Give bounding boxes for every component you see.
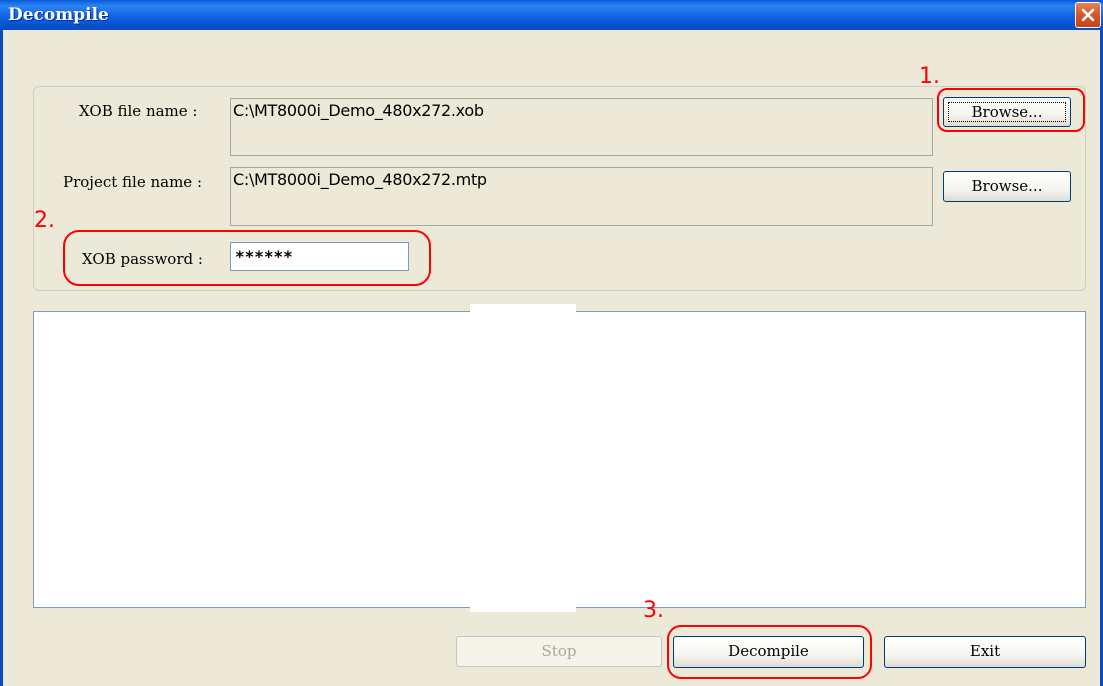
log-bottom-notch [470, 604, 576, 612]
stop-label: Stop [541, 642, 577, 660]
annotation-step-2: 2. [34, 208, 55, 233]
title-bar: Decompile [0, 0, 1103, 30]
annotation-step-3: 3. [643, 598, 664, 623]
project-file-label: Project file name : [63, 173, 202, 191]
xob-file-field[interactable]: C:\MT8000i_Demo_480x272.xob [230, 98, 933, 156]
xob-file-value: C:\MT8000i_Demo_480x272.xob [233, 101, 484, 120]
browse-xob-label: Browse... [971, 103, 1043, 121]
exit-label: Exit [969, 642, 1001, 660]
decompile-label: Decompile [728, 642, 809, 660]
stop-button[interactable]: Stop [456, 636, 662, 667]
window-border-left [0, 30, 3, 686]
exit-button[interactable]: Exit [884, 636, 1086, 668]
annotation-step-1: 1. [919, 64, 940, 89]
browse-xob-button[interactable]: Browse... [943, 97, 1071, 127]
project-file-field[interactable]: C:\MT8000i_Demo_480x272.mtp [230, 167, 933, 226]
log-top-notch [470, 304, 576, 312]
xob-password-input[interactable]: ****** [230, 242, 409, 271]
window-title: Decompile [8, 5, 109, 25]
xob-password-value: ****** [235, 247, 293, 266]
close-button[interactable] [1075, 2, 1101, 28]
decompile-dialog: Decompile XOB file name : C:\MT8000i_Dem… [0, 0, 1103, 686]
xob-password-label: XOB password : [82, 250, 203, 268]
close-icon [1081, 8, 1095, 22]
project-file-value: C:\MT8000i_Demo_480x272.mtp [233, 170, 487, 189]
output-log[interactable] [33, 311, 1086, 608]
browse-project-label: Browse... [971, 177, 1043, 195]
xob-file-label: XOB file name : [79, 102, 198, 120]
browse-project-button[interactable]: Browse... [943, 171, 1071, 202]
decompile-button[interactable]: Decompile [673, 636, 864, 668]
